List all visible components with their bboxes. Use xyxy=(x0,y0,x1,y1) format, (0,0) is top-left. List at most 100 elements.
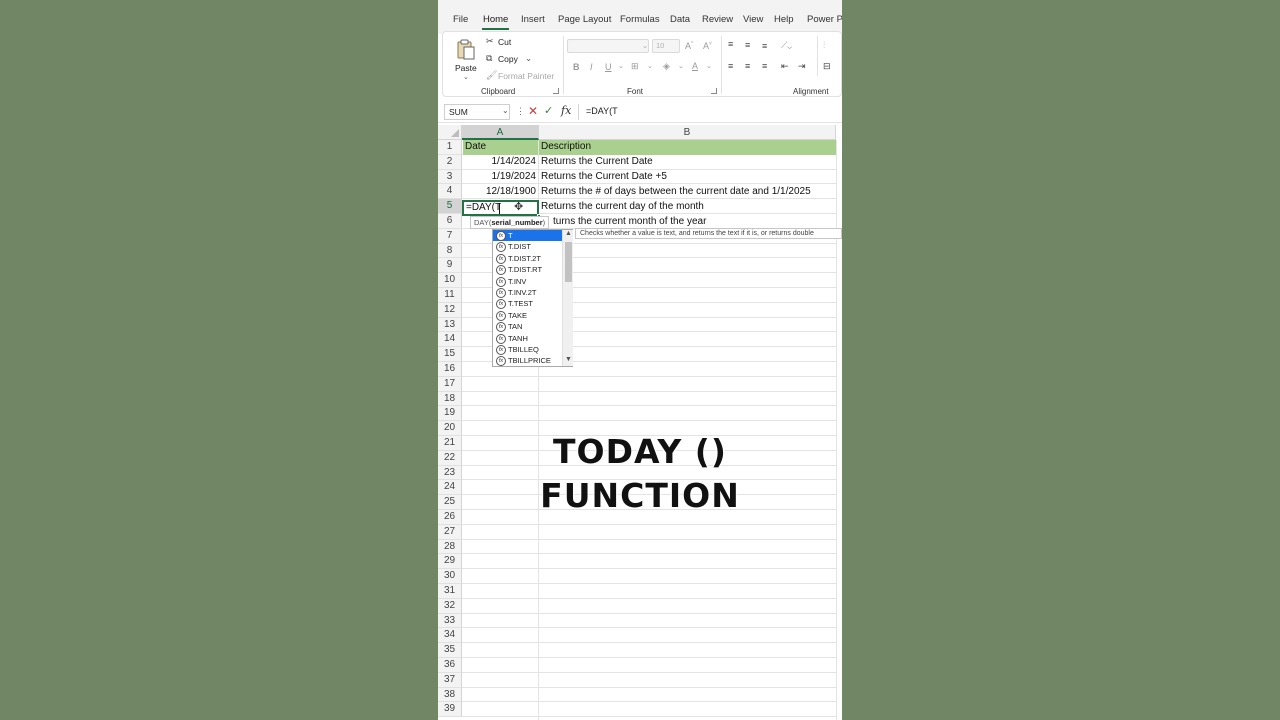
autocomplete-item[interactable]: fx T.DIST.RT xyxy=(493,264,562,276)
row-header-8[interactable]: 8 xyxy=(438,243,462,259)
bold-icon[interactable]: B xyxy=(573,62,580,72)
row-header-39[interactable]: 39 xyxy=(438,702,462,718)
chevron-down-icon[interactable]: ⌄ xyxy=(618,62,624,70)
active-cell-a5[interactable]: =DAY(T xyxy=(462,200,539,216)
cell-b1[interactable]: Description xyxy=(539,140,836,155)
copy-button[interactable]: Copy xyxy=(498,54,518,64)
function-autocomplete-list[interactable]: fx Tfx T.DIST fx T.DIST.2T fx T.DIST.RT fx T.INV… xyxy=(492,229,573,367)
row-header-11[interactable]: 11 xyxy=(438,288,462,303)
borders-icon[interactable]: ⊞ xyxy=(631,61,639,72)
row-header-38[interactable]: 38 xyxy=(438,687,462,703)
cancel-icon[interactable]: ✕ xyxy=(528,104,538,118)
autocomplete-item[interactable]: fx T xyxy=(493,230,562,242)
row-header-36[interactable]: 36 xyxy=(438,658,462,673)
italic-icon[interactable]: I xyxy=(590,62,593,72)
chevron-down-icon[interactable]: ⌄ xyxy=(678,62,684,70)
row-header-27[interactable]: 27 xyxy=(438,524,462,540)
decrease-indent-icon[interactable]: ⇤ xyxy=(781,61,789,72)
row-header-7[interactable]: 7 xyxy=(438,228,462,244)
cell-b2[interactable]: Returns the Current Date xyxy=(539,155,836,170)
row-header-3[interactable]: 3 xyxy=(438,169,462,185)
font-family-dropdown[interactable]: ⌄ xyxy=(567,39,649,53)
chevron-down-icon[interactable]: ⌄ xyxy=(706,62,712,70)
row-header-2[interactable]: 2 xyxy=(438,154,462,170)
tab-page-layout[interactable]: Page Layout xyxy=(558,14,611,25)
name-box[interactable]: SUM ⌄ xyxy=(444,104,510,120)
row-header-18[interactable]: 18 xyxy=(438,391,462,407)
row-header-35[interactable]: 35 xyxy=(438,643,462,658)
more-options-icon[interactable]: ⋮ xyxy=(516,106,525,117)
autocomplete-item[interactable]: fx T.DIST.2T xyxy=(493,253,562,264)
tab-help[interactable]: Help xyxy=(774,14,794,25)
decrease-font-icon[interactable]: A˅ xyxy=(703,41,712,51)
column-header-a[interactable]: A xyxy=(462,125,539,140)
dialog-launcher-icon[interactable] xyxy=(711,88,717,94)
paste-button[interactable]: Paste ⌄ xyxy=(451,36,481,82)
cell-a2[interactable]: 1/14/2024 xyxy=(463,155,538,170)
chevron-down-icon[interactable]: ⌄ xyxy=(525,53,532,64)
row-header-15[interactable]: 15 xyxy=(438,347,462,362)
align-bottom-icon[interactable]: ≡ xyxy=(762,41,767,51)
row-header-37[interactable]: 37 xyxy=(438,672,462,688)
autocomplete-item[interactable]: fx T.DIST xyxy=(493,241,562,253)
cell-b3[interactable]: Returns the Current Date +5 xyxy=(539,170,836,185)
cell-b5[interactable]: Returns the current day of the month xyxy=(539,200,836,215)
autocomplete-item[interactable]: fx TBILLPRICE xyxy=(493,355,562,367)
tab-review[interactable]: Review xyxy=(702,14,733,25)
autocomplete-item[interactable]: fx T.TEST xyxy=(493,298,562,310)
format-painter-button[interactable]: Format Painter xyxy=(498,71,554,81)
cut-button[interactable]: Cut xyxy=(498,37,511,47)
autocomplete-item[interactable]: fx T.INV xyxy=(493,276,562,287)
tab-power-pivot[interactable]: Power Pi xyxy=(807,14,842,25)
select-all-button[interactable] xyxy=(438,125,462,140)
row-header-34[interactable]: 34 xyxy=(438,628,462,644)
row-header-1[interactable]: 1 xyxy=(438,140,462,155)
chevron-down-icon[interactable]: ⌄ xyxy=(647,62,653,70)
align-top-icon[interactable]: ≡ xyxy=(728,39,733,49)
row-header-5[interactable]: 5 xyxy=(438,199,462,214)
autocomplete-item[interactable]: fx T.INV.2T xyxy=(493,287,562,298)
underline-icon[interactable]: U xyxy=(605,62,612,72)
scroll-up-icon[interactable]: ▲ xyxy=(565,230,572,237)
chevron-down-icon[interactable]: ⌄ xyxy=(463,73,469,81)
scroll-thumb[interactable] xyxy=(565,242,572,282)
row-header-30[interactable]: 30 xyxy=(438,569,462,584)
tab-data[interactable]: Data xyxy=(670,14,690,25)
row-header-6[interactable]: 6 xyxy=(438,214,462,229)
formula-input[interactable]: =DAY(T xyxy=(578,104,838,120)
merge-icon[interactable]: ⊟ xyxy=(823,61,831,72)
align-middle-icon[interactable]: ≡ xyxy=(745,40,750,50)
cell-a1[interactable]: Date xyxy=(463,140,538,155)
tab-view[interactable]: View xyxy=(743,14,763,25)
autocomplete-item[interactable]: fx TANH xyxy=(493,333,562,344)
tab-file[interactable]: File xyxy=(453,14,468,25)
row-header-14[interactable]: 14 xyxy=(438,332,462,348)
tooltip-argument[interactable]: serial_number xyxy=(491,218,542,227)
tab-home[interactable]: Home xyxy=(483,14,508,25)
align-center-icon[interactable]: ≡ xyxy=(745,61,750,71)
autocomplete-item[interactable]: fx TBILLEQ xyxy=(493,344,562,355)
font-color-icon[interactable]: A xyxy=(692,61,698,71)
row-header-16[interactable]: 16 xyxy=(438,362,462,377)
autocomplete-item[interactable]: fx TAKE xyxy=(493,310,562,321)
chevron-down-icon[interactable]: ⌄ xyxy=(502,106,509,115)
autocomplete-item[interactable]: fx TAN xyxy=(493,321,562,333)
tab-insert[interactable]: Insert xyxy=(521,14,545,25)
row-header-9[interactable]: 9 xyxy=(438,258,462,274)
scissors-icon[interactable]: ✂ xyxy=(486,36,494,47)
row-header-4[interactable]: 4 xyxy=(438,184,462,200)
wrap-text-icon[interactable]: ⫶ xyxy=(823,40,825,51)
row-header-28[interactable]: 28 xyxy=(438,539,462,555)
row-header-10[interactable]: 10 xyxy=(438,273,462,288)
row-header-13[interactable]: 13 xyxy=(438,317,462,333)
align-left-icon[interactable]: ≡ xyxy=(728,61,733,71)
insert-function-icon[interactable]: fx xyxy=(561,104,571,117)
row-header-29[interactable]: 29 xyxy=(438,554,462,570)
dialog-launcher-icon[interactable] xyxy=(553,88,559,94)
tooltip-function-name[interactable]: DAY( xyxy=(474,218,491,227)
cell-b4[interactable]: Returns the # of days between the curren… xyxy=(539,185,836,200)
row-header-17[interactable]: 17 xyxy=(438,376,462,392)
row-header-32[interactable]: 32 xyxy=(438,598,462,614)
cell-a4[interactable]: 12/18/1900 xyxy=(463,185,538,200)
row-header-31[interactable]: 31 xyxy=(438,584,462,599)
